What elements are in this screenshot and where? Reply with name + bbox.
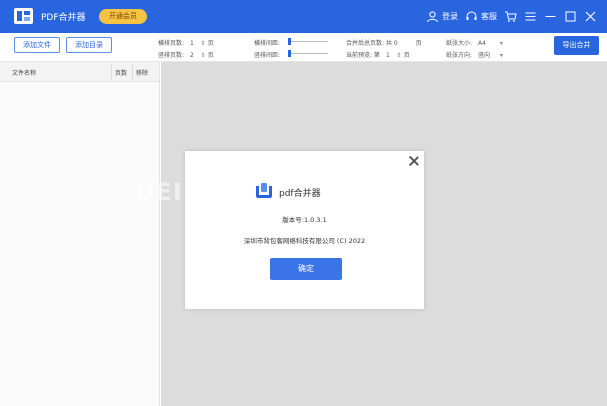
- file-list-header: 文件名称 页数 移除: [0, 62, 159, 82]
- maximize-icon[interactable]: [564, 10, 577, 23]
- h-spacing-slider[interactable]: [288, 38, 328, 45]
- dialog-app-name: pdf合并器: [279, 189, 321, 199]
- total-pages-unit: 页: [415, 40, 422, 47]
- v-spacing-knob[interactable]: [288, 50, 291, 57]
- v-pages-stepper[interactable]: ⇕: [200, 52, 206, 59]
- col-remove: 移除: [136, 70, 149, 77]
- h-pages-unit: 页: [207, 40, 214, 47]
- total-pages-label: 合并后总页数: 共 0: [346, 40, 398, 47]
- paper-size-label: 纸张大小:: [446, 40, 473, 47]
- dialog-version: 版本号:1.0.3.1: [282, 216, 327, 224]
- paper-size-field: 纸张大小: A4 ▾: [446, 38, 503, 47]
- preview-unit: 页: [403, 52, 410, 59]
- watermark: UEI: [135, 178, 183, 206]
- paper-dir-dropdown-icon[interactable]: ▾: [500, 52, 503, 59]
- title-bar: PDF合并器 开通会员 登录 客服: [0, 0, 607, 33]
- app-title: PDF合并器: [41, 13, 86, 23]
- preview-input[interactable]: 1: [382, 52, 394, 59]
- v-pages-label: 竖排页数:: [158, 52, 185, 59]
- paper-size-dropdown-icon[interactable]: ▾: [500, 40, 503, 47]
- dialog-copyright: 深圳市背包客网络科技有限公司 (C) 2022: [243, 237, 366, 245]
- user-icon: [426, 10, 439, 23]
- headset-icon: [465, 10, 478, 23]
- menu-icon[interactable]: [524, 10, 537, 23]
- v-pages-input[interactable]: 2: [186, 52, 198, 59]
- cart-icon[interactable]: [504, 10, 517, 23]
- paper-size-select[interactable]: A4: [478, 40, 498, 47]
- h-spacing-label: 横排间距:: [254, 40, 281, 47]
- dialog-close-icon[interactable]: [408, 155, 420, 167]
- preview-stepper[interactable]: ⇕: [396, 52, 402, 59]
- h-pages-label: 横排页数:: [158, 40, 185, 47]
- close-icon[interactable]: [584, 10, 597, 23]
- col-file-name: 文件名称: [12, 70, 37, 77]
- h-spacing-knob[interactable]: [288, 38, 291, 45]
- login-label: 登录: [442, 12, 458, 21]
- toolbar: 添加文件 添加目录 横排页数: 1 ⇕ 页 竖排页数: 2 ⇕ 页 横排间距: …: [0, 33, 607, 62]
- column-divider: [111, 64, 112, 80]
- h-pages-field: 横排页数: 1 ⇕ 页: [158, 38, 214, 47]
- vip-button[interactable]: 开通会员: [99, 9, 147, 24]
- export-merge-button[interactable]: 导出合并: [554, 36, 599, 55]
- column-divider: [132, 64, 133, 80]
- service-label: 客服: [481, 12, 497, 21]
- file-list-panel: 文件名称 页数 移除: [0, 62, 160, 406]
- paper-dir-field: 纸张方向: 竖向 ▾: [446, 50, 503, 59]
- v-spacing-label: 竖排间距:: [254, 52, 281, 59]
- login-button[interactable]: 登录: [426, 10, 458, 23]
- ok-button[interactable]: 确定: [270, 258, 342, 280]
- col-pages: 页数: [115, 70, 128, 77]
- add-directory-button[interactable]: 添加目录: [66, 37, 112, 53]
- paper-dir-select[interactable]: 竖向: [478, 50, 498, 59]
- v-pages-field: 竖排页数: 2 ⇕ 页: [158, 50, 214, 59]
- service-button[interactable]: 客服: [465, 10, 497, 23]
- h-pages-input[interactable]: 1: [186, 40, 198, 47]
- preview-field: 当前预览: 第 1 ⇕ 页: [346, 50, 410, 59]
- v-spacing-slider[interactable]: [288, 50, 328, 57]
- total-pages-field: 合并后总页数: 共 0 页: [346, 38, 422, 47]
- minimize-icon[interactable]: [544, 10, 557, 23]
- titlebar-controls: 登录 客服: [426, 8, 597, 25]
- about-dialog: pdf合并器 版本号:1.0.3.1 深圳市背包客网络科技有限公司 (C) 20…: [185, 151, 424, 309]
- add-file-button[interactable]: 添加文件: [14, 37, 60, 53]
- preview-label: 当前预览: 第: [346, 52, 380, 59]
- app-logo-icon: [256, 183, 272, 198]
- h-pages-stepper[interactable]: ⇕: [200, 40, 206, 47]
- v-pages-unit: 页: [207, 52, 214, 59]
- paper-dir-label: 纸张方向:: [446, 52, 473, 59]
- app-logo-icon: [14, 8, 33, 24]
